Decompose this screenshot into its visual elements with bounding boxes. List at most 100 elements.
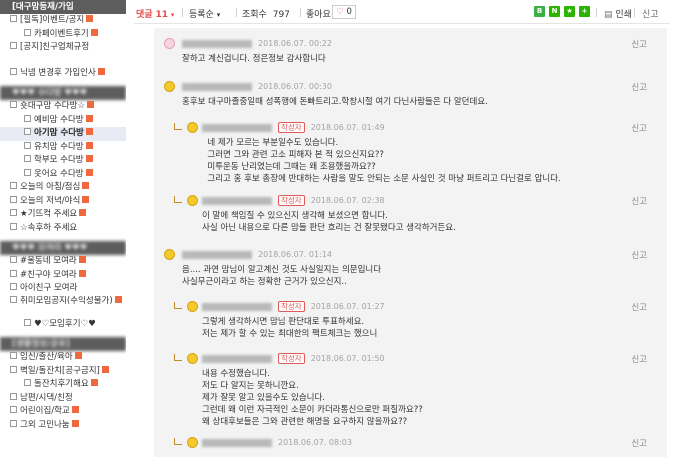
profile-avatar-icon[interactable] [164,249,175,260]
report-comment-button[interactable]: 신고 [631,249,647,261]
profile-avatar-icon[interactable] [187,195,198,206]
cafe-menu-sidebar: [대구맘등재/가입 [필독]이벤트/공지 카페이벤트후기 [공지]친구업체규정닉넴 변… [0,0,126,457]
like-button[interactable]: ♡ 0 [332,5,356,19]
sidebar-menu-item[interactable]: 닉넴 변경후 가입인사 [0,67,126,81]
divider [236,8,237,17]
report-comment-button[interactable]: 신고 [631,353,647,365]
sidebar-menu-item[interactable]: 임신/출산/육아 [0,351,126,365]
report-comment-button[interactable]: 신고 [631,437,647,449]
sidebar-menu-item[interactable]: [필독]이벤트/공지 [0,14,126,28]
profile-avatar-icon[interactable] [187,301,198,312]
sidebar-menu-item[interactable]: 취미모임공지(수익성불가) [0,295,126,318]
comment-nickname[interactable] [202,302,272,311]
sidebar-menu-item[interactable]: ☆속후하 주세요 [0,222,126,236]
comment-header: 2018.06.07. 00:22 [182,38,332,50]
report-comment-button[interactable]: 신고 [631,195,647,207]
sidebar-menu-item[interactable]: 그외 고민나눔 [0,419,126,433]
comment-nickname[interactable] [202,354,272,363]
board-icon [10,101,17,108]
sidebar-menu-item[interactable]: 남편/시댁/친정 [0,392,126,406]
sidebar-item-label: ☆속후하 주세요 [20,222,78,233]
sidebar-menu-item[interactable]: ♥♡모임후기♡♥ [0,318,126,332]
board-icon [10,195,17,203]
sidebar-menu-item[interactable]: [공지]친구업체규정 [0,41,126,55]
view-count: 조회수 797 [242,7,290,20]
sidebar-menu-item[interactable]: ★기뜨컥 주세요 [0,208,126,222]
sidebar-menu-item[interactable]: 예비맘 수다방 [0,114,126,128]
sidebar-menu-item[interactable]: 카페이벤트후기 [0,28,126,42]
profile-avatar-icon[interactable] [187,437,198,448]
sidebar-menu-item[interactable]: 어린이집/학교 [0,405,126,419]
sidebar-section-header: [대구맘등재/가입 [0,0,126,14]
band-share-icon[interactable]: B [534,6,545,17]
board-icon [10,283,17,290]
reply-arrow-icon [174,354,182,361]
report-comment-button[interactable]: 신고 [631,38,647,50]
comment-date: 2018.06.07. 01:27 [310,302,385,311]
report-article-button[interactable]: 신고 [642,7,659,20]
sidebar-menu-item[interactable]: 아이친구 모여라 [0,282,126,296]
board-icon [10,295,17,303]
profile-avatar-icon[interactable] [164,81,175,92]
sidebar-menu-item[interactable]: 벽일/돌잔치[공구금지] [0,365,126,379]
new-badge-icon [85,128,93,135]
sidebar-menu-item[interactable]: #울동네 모여라 [0,255,126,269]
sidebar-menu-item[interactable]: 학부모 수다방 [0,154,126,168]
sort-order-button[interactable]: 등록순 ▾ [189,7,220,20]
new-badge-icon [97,67,105,75]
comment-nickname[interactable] [182,39,252,48]
sidebar-menu-item[interactable]: 돌잔치후기해요 [0,378,126,392]
comment-count: 11 [155,10,168,20]
sidebar-item-label: 옷어요 수다방 [34,168,84,179]
profile-avatar-icon[interactable] [187,122,198,133]
board-icon [24,114,31,122]
report-comment-button[interactable]: 신고 [631,122,647,134]
sidebar-item-label: 예비맘 수다방 [34,114,84,125]
profile-avatar-icon[interactable] [187,353,198,364]
comment-nickname[interactable] [202,196,272,205]
new-badge-icon [85,168,93,176]
comment-toggle[interactable]: 댓글 11 ▾ [136,7,174,20]
print-button[interactable]: ▤ 인쇄 [604,7,632,20]
naver-share-icon[interactable]: N [549,6,560,17]
sidebar-menu-item[interactable]: 숏대구맘 수다방☆ [0,100,126,114]
author-badge: 작성자 [278,353,305,364]
comment-nickname[interactable] [182,250,252,259]
sidebar-item-label: #울동네 모여라 [20,256,77,266]
sidebar-menu-item[interactable]: 오늘의 아침/점심 [0,181,126,195]
sidebar-item-label: 카페이벤트후기 [34,28,89,39]
sidebar-item-label: 숏대구맘 수다방☆ [20,101,86,111]
new-badge-icon [78,269,86,277]
bookmark-share-icon[interactable]: ★ [564,6,575,17]
sidebar-menu-item[interactable]: 오늘의 저녁/야식 [0,195,126,209]
comment-text: 음.... 과연 맘님이 알고계신 것도 사실일지는 의문입니다 사실무근이라고… [182,265,382,287]
board-icon [10,15,17,22]
report-comment-button[interactable]: 신고 [631,301,647,313]
print-icon: ▤ [604,10,613,20]
new-badge-icon [71,406,79,413]
comment-nickname[interactable] [202,438,272,447]
comment-nickname[interactable] [182,82,252,91]
sidebar-menu-item[interactable]: 옷어요 수다방 [0,168,126,182]
article-comments-area: 댓글 11 ▾ 등록순 ▾ 조회수 797 좋아요 ♡ 0 B N ★ + ▤ … [134,0,680,457]
comment-nickname[interactable] [202,123,272,132]
sidebar-item-label: 그외 고민나눔 [20,419,70,430]
heart-icon: ♡ [336,7,344,17]
sidebar-menu-item[interactable]: 유치맘 수다방 [0,141,126,155]
sidebar-menu-item[interactable]: 아기맘 수다방 [0,127,126,141]
sidebar-menu-item[interactable]: #친구야 모여라 [0,269,126,283]
sidebar-item-label: 아이친구 모여라 [20,283,78,293]
comment-text: 네 제가 모르는 부분일수도 있습니다. 그러면 그와 관련 고소 피해자 본 … [207,138,561,184]
comment-header: 2018.06.07. 00:30 [182,81,332,93]
board-icon [24,168,31,176]
add-share-icon[interactable]: + [579,6,590,17]
like-count: 0 [346,7,352,17]
view-count-value: 797 [272,10,290,20]
new-badge-icon [79,209,87,216]
comment-date: 2018.06.07. 00:22 [258,39,332,48]
report-comment-button[interactable]: 신고 [631,81,647,93]
comment-text: 그렇게 생각하시면 맘님 판단대로 투표하세요. 저는 제가 할 수 있는 최대… [202,317,378,339]
new-badge-icon [85,155,93,162]
profile-avatar-icon[interactable] [164,38,175,49]
comment-header: 2018.06.07. 01:14 [182,249,332,261]
